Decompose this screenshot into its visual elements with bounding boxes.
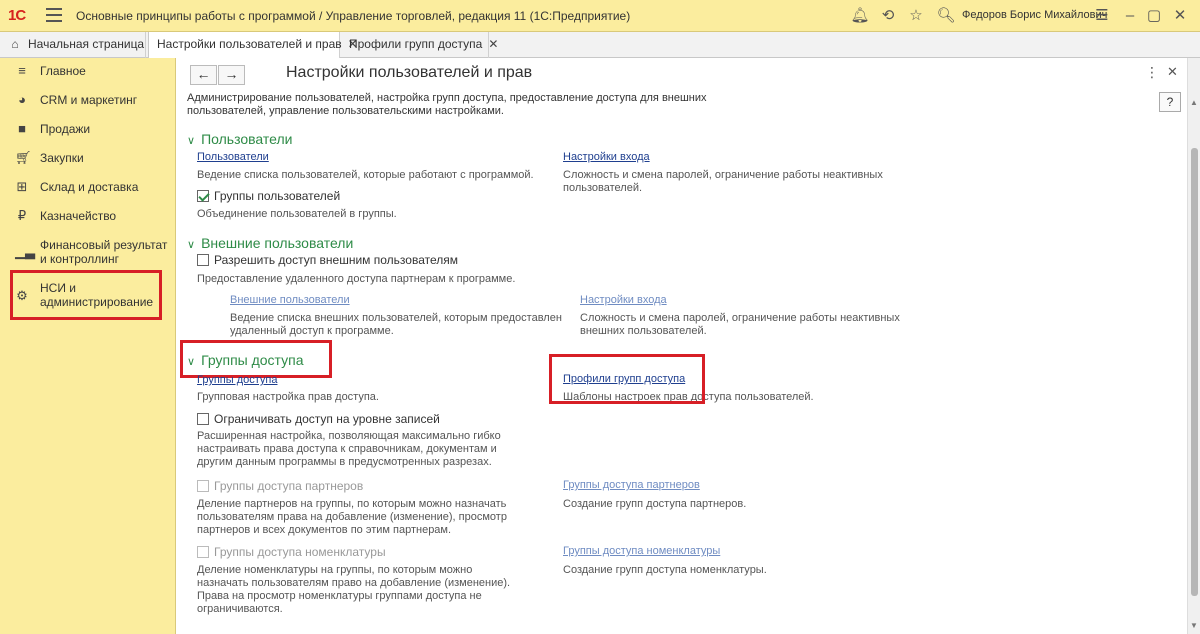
checkbox-label: Разрешить доступ внешним пользователям xyxy=(214,253,459,267)
sidebar-item-finance[interactable]: ▁▃ Финансовый результат и контроллинг xyxy=(0,238,176,268)
sidebar-item-main[interactable]: ≡ Главное xyxy=(0,64,176,88)
tab-label: Настройки пользователей и прав xyxy=(157,37,342,51)
section-external-users[interactable]: ∨ Внешние пользователи xyxy=(187,235,353,251)
close-window-icon[interactable]: ✕ xyxy=(1170,6,1190,26)
highlight-frame xyxy=(10,270,162,320)
history-icon[interactable]: ⟲ xyxy=(878,6,898,26)
sidebar-item-crm[interactable]: ◕ CRM и маркетинг xyxy=(0,93,176,117)
checkbox-disabled[interactable] xyxy=(197,546,209,558)
page-title: Настройки пользователей и прав xyxy=(286,64,533,81)
partner-groups-link-note: Создание групп доступа партнеров. xyxy=(563,498,747,510)
login-settings-link[interactable]: Настройки входа xyxy=(563,151,650,163)
partner-groups-checkbox[interactable]: Группы доступа партнеров xyxy=(197,479,363,493)
chevron-down-icon: ∨ xyxy=(187,239,196,251)
tab-user-settings[interactable]: Настройки пользователей и прав ✕ xyxy=(148,32,358,59)
tab-access-profiles[interactable]: Профили групп доступа ✕ xyxy=(341,32,498,58)
back-button[interactable]: ← xyxy=(190,65,217,85)
nomenclature-groups-link-note: Создание групп доступа номенклатуры. xyxy=(563,564,767,576)
partner-groups-note: Деление партнеров на группы, по которым … xyxy=(197,498,507,536)
nomenclature-groups-checkbox[interactable]: Группы доступа номенклатуры xyxy=(197,545,386,559)
partner-groups-link[interactable]: Группы доступа партнеров xyxy=(563,479,700,491)
access-groups-link[interactable]: Группы доступа xyxy=(197,374,277,386)
minimize-icon[interactable]: – xyxy=(1120,6,1140,26)
scroll-down-icon[interactable]: ▼ xyxy=(1190,621,1198,630)
checkbox-unchecked[interactable] xyxy=(197,254,209,266)
checkbox-label: Группы доступа номенклатуры xyxy=(214,545,386,559)
checkbox-disabled[interactable] xyxy=(197,480,209,492)
tab-home[interactable]: ⌂ Начальная страница xyxy=(0,32,146,58)
cart-icon: 🛒︎ xyxy=(15,150,32,165)
restore-icon[interactable]: ▢ xyxy=(1144,6,1164,26)
highlight-frame xyxy=(549,354,705,404)
main-content: ← → Настройки пользователей и прав ⋮ ✕ ?… xyxy=(177,58,1187,634)
record-level-checkbox[interactable]: Ограничивать доступ на уровне записей xyxy=(197,412,440,426)
sidebar-item-label: Главное xyxy=(40,64,86,78)
current-user[interactable]: Федоров Борис Михайлович xyxy=(962,9,1107,21)
highlight-frame xyxy=(180,340,332,378)
checkbox-label: Ограничивать доступ на уровне записей xyxy=(214,412,440,426)
close-tab-icon[interactable]: ✕ xyxy=(488,37,498,51)
window-title: Основные принципы работы с программой / … xyxy=(76,9,631,23)
bar-chart-icon: ▁▃ xyxy=(15,244,35,259)
main-menu-icon[interactable] xyxy=(46,8,62,22)
home-icon: ⌂ xyxy=(11,37,19,51)
close-form-icon[interactable]: ✕ xyxy=(1167,64,1178,80)
login-settings-note: Сложность и смена паролей, ограничение р… xyxy=(563,169,883,194)
scroll-thumb[interactable] xyxy=(1191,148,1198,596)
tab-label: Профили групп доступа xyxy=(349,37,483,51)
section-title: Внешние пользователи xyxy=(201,235,354,251)
section-users[interactable]: ∨ Пользователи xyxy=(187,131,292,147)
star-icon[interactable]: ☆ xyxy=(906,6,926,26)
checkbox-checked[interactable] xyxy=(197,190,209,202)
sidebar-item-treasury[interactable]: ₽ Казначейство xyxy=(0,209,176,233)
section-title: Пользователи xyxy=(201,131,293,147)
forward-button[interactable]: → xyxy=(218,65,245,85)
page-description: Администрирование пользователей, настрой… xyxy=(187,92,707,117)
access-groups-note: Групповая настройка прав доступа. xyxy=(197,391,379,403)
menu-lines-icon: ≡ xyxy=(18,63,26,78)
help-button[interactable]: ? xyxy=(1159,92,1181,112)
pie-chart-icon: ◕ xyxy=(18,92,26,107)
external-users-link[interactable]: Внешние пользователи xyxy=(230,294,350,306)
tabs-bar: ⌂ Начальная страница Настройки пользовате… xyxy=(0,32,1200,59)
groups-note: Объединение пользователей в группы. xyxy=(197,208,397,220)
nomenclature-groups-link[interactable]: Группы доступа номенклатуры xyxy=(563,545,720,557)
allow-external-note: Предоставление удаленного доступа партне… xyxy=(197,273,516,285)
more-options-icon[interactable]: ⋮ xyxy=(1145,64,1159,81)
title-bar: 1С Основные принципы работы с программой… xyxy=(0,0,1200,32)
checkbox-label: Группы пользователей xyxy=(214,189,341,203)
scroll-up-icon[interactable]: ▲ xyxy=(1190,98,1198,107)
tab-home-label: Начальная страница xyxy=(28,37,145,51)
app-logo: 1С xyxy=(8,7,26,24)
external-login-settings-note: Сложность и смена паролей, ограничение р… xyxy=(580,312,900,337)
users-note: Ведение списка пользователей, которые ра… xyxy=(197,169,534,181)
chevron-down-icon: ∨ xyxy=(187,135,196,147)
sidebar-item-label: Закупки xyxy=(40,151,84,165)
external-users-note: Ведение списка внешних пользователей, ко… xyxy=(230,312,562,337)
bag-icon: ■ xyxy=(18,121,26,136)
nomenclature-groups-note: Деление номенклатуры на группы, по котор… xyxy=(197,564,511,615)
sidebar-item-label: CRM и маркетинг xyxy=(40,93,138,107)
warehouse-grid-icon: ⊞ xyxy=(16,179,28,194)
sidebar-item-warehouse[interactable]: ⊞ Склад и доставка xyxy=(0,180,176,204)
user-groups-checkbox[interactable]: Группы пользователей xyxy=(197,189,340,203)
sidebar-item-label: Продажи xyxy=(40,122,91,136)
vertical-scrollbar[interactable]: ▲ ▼ xyxy=(1187,58,1200,634)
sidebar-item-purchases[interactable]: 🛒︎ Закупки xyxy=(0,151,176,175)
record-level-note: Расширенная настройка, позволяющая макси… xyxy=(197,430,501,468)
sidebar: ≡ Главное ◕ CRM и маркетинг ■ Продажи 🛒︎… xyxy=(0,58,176,634)
checkbox-unchecked[interactable] xyxy=(197,413,209,425)
checkbox-label: Группы доступа партнеров xyxy=(214,479,364,493)
sidebar-item-label: Склад и доставка xyxy=(40,180,139,194)
sidebar-item-label: Финансовый результат и контроллинг xyxy=(40,238,168,266)
users-link[interactable]: Пользователи xyxy=(197,151,269,163)
bell-icon[interactable]: 🔔︎ xyxy=(850,6,870,26)
sidebar-item-label: Казначейство xyxy=(40,209,117,223)
allow-external-checkbox[interactable]: Разрешить доступ внешним пользователям xyxy=(197,253,458,267)
external-login-settings-link[interactable]: Настройки входа xyxy=(580,294,667,306)
sidebar-item-sales[interactable]: ■ Продажи xyxy=(0,122,176,146)
search-icon[interactable]: 🔍︎ xyxy=(936,6,956,26)
settings-menu-icon[interactable]: ☰ xyxy=(1092,6,1112,26)
ruble-coin-icon: ₽ xyxy=(17,208,27,223)
